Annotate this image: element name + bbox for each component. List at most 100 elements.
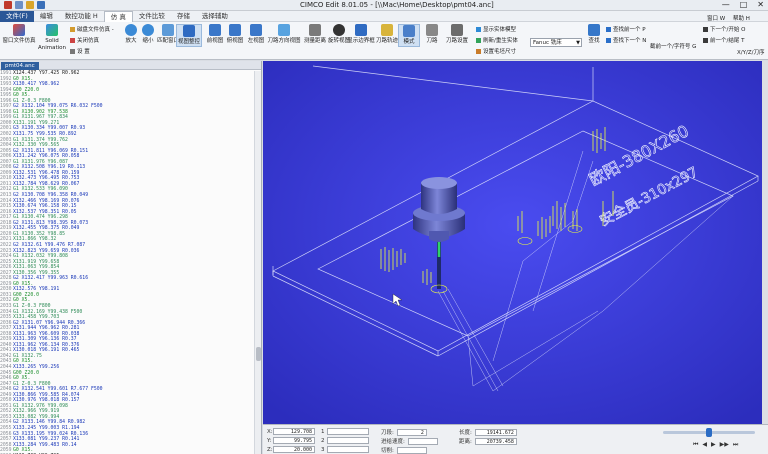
save-icon[interactable] — [37, 1, 45, 9]
code-text: G2 X133.146 Y99.84 R0.982 — [13, 420, 86, 426]
refresh-icon — [476, 37, 481, 43]
step-back-icon[interactable]: ◀ — [702, 441, 707, 449]
refresh-solid-button[interactable]: 刷新/重生实体 — [476, 36, 518, 44]
minimize-button[interactable]: — — [722, 0, 730, 10]
ribbon: 窗口文件仿真 Solid Animation 磁盘文件仿真 - 关闭仿真 设 置… — [0, 16, 768, 60]
mode-button[interactable]: 模式 — [398, 24, 420, 47]
close-simulation-button[interactable]: 关闭仿真 — [70, 36, 99, 44]
step-forward-icon[interactable]: ▶▶ — [720, 441, 729, 449]
simulation-viewport[interactable]: 欧阳-380X260 安全员-310x297 — [263, 61, 768, 424]
editor-tab-bar: pmt04.anc — [0, 61, 261, 70]
machine-select[interactable]: Fanuc 铣床 ▼ — [530, 38, 582, 47]
window-file-simulation-button[interactable]: 窗口文件仿真 — [2, 24, 36, 45]
code-text: X132.576 Y98.191 — [13, 287, 60, 293]
code-text: G2 X132.508 Y96.19 R0.113 — [13, 165, 86, 171]
tab-storage[interactable]: 存储 — [171, 11, 196, 22]
code-text: G1 Z-0.3 F800 — [13, 98, 51, 104]
disk-file-simulation-button[interactable]: 磁盘文件仿真 - — [70, 25, 114, 33]
settings-button[interactable]: 设 置 — [70, 47, 90, 55]
z-coordinate: Z: 20.000 — [267, 446, 315, 453]
x-coordinate: X: 129.708 — [267, 428, 315, 435]
code-text: X131.458 Y99.703 — [13, 315, 60, 321]
left-view-icon — [250, 24, 262, 36]
tab-edit[interactable]: 编辑 — [34, 11, 59, 22]
rewind-icon[interactable]: ⏮ — [693, 441, 698, 449]
code-text: X130.356 Y99.355 — [13, 270, 60, 276]
code-text: G2 X132.541 Y99.601 R7.677 F500 — [13, 387, 103, 393]
code-text: G3 X133.195 Y99.024 R0.136 — [13, 431, 89, 437]
xyz-tool-order-button[interactable]: X/Y/Z/刀序 — [737, 48, 764, 56]
code-text: G0 X5. — [13, 376, 31, 382]
disk-icon — [70, 26, 75, 32]
window-controls: — □ ✕ — [722, 0, 764, 10]
code-lines[interactable]: 1991X124.437 Y97.425 R0.962 1992G0 X15. 19… — [0, 71, 254, 454]
axis-field-4: 1 — [321, 428, 369, 435]
maximize-button[interactable]: □ — [740, 0, 748, 10]
window-menu[interactable]: 窗口 W — [707, 14, 725, 22]
window-title: CIMCO Edit 8.01.05 - [\\Mac\Home\Desktop… — [300, 1, 494, 9]
tab-simulation[interactable]: 仿 真 — [103, 10, 133, 22]
cube-window-icon — [13, 24, 25, 36]
toolpath-button[interactable]: 刀路 — [420, 24, 444, 45]
code-text: X131.963 Y96.609 R0.038 — [13, 331, 80, 337]
app-logo-icon — [4, 1, 12, 9]
play-icon[interactable]: ▶ — [711, 441, 716, 449]
code-text: G1 X132.032 Y99.808 — [13, 254, 68, 260]
code-text: G0 X15. — [13, 359, 34, 365]
tab-nc-functions[interactable]: 数控功能 H — [59, 11, 104, 22]
code-text: X131.242 Y96.075 R0.058 — [13, 154, 80, 160]
tab-file[interactable]: 文件(F) — [0, 10, 34, 22]
close-button[interactable]: ✕ — [757, 0, 764, 10]
find-button[interactable]: 查找 — [584, 24, 604, 45]
next-start-button[interactable]: 下一个/开始 O — [703, 25, 745, 33]
code-text: X131.944 Y96.962 R0.281 — [13, 326, 80, 332]
code-text: G00 Z20.0 — [13, 370, 39, 376]
code-text: X132.466 Y98.169 R0.076 — [13, 198, 80, 204]
viewport-scrollbar[interactable] — [762, 61, 768, 424]
code-text: G1 X132.169 Y99.438 F500 — [13, 309, 83, 315]
code-text: X130.866 Y99.585 R4.074 — [13, 392, 80, 398]
playback-slider-knob[interactable] — [706, 428, 712, 437]
help-menu[interactable]: 帮助 H — [733, 14, 750, 22]
find-next-button[interactable]: 查找下一个 N — [606, 36, 646, 44]
tab-select-assist[interactable]: 选择辅助 — [196, 11, 234, 22]
quick-access-toolbar — [4, 1, 45, 9]
editor-scroll-thumb[interactable] — [256, 347, 261, 361]
end-icon[interactable]: ⏭ — [733, 441, 738, 449]
code-text: G0 X5. — [13, 298, 31, 304]
toolpath-settings-button[interactable]: 刀路设置 — [442, 24, 472, 45]
feed-rate: 进给速度: — [381, 437, 438, 445]
solid-animation-button[interactable]: Solid Animation — [36, 24, 68, 52]
path-length: 长度: 19141.672 — [459, 428, 517, 436]
top-view-icon — [229, 24, 241, 36]
stock-size-icon — [476, 48, 481, 54]
code-text: G1 Z-0.3 F800 — [13, 303, 51, 309]
editor-file-tab[interactable]: pmt04.anc — [1, 62, 39, 70]
prev-end-button[interactable]: 前一个/结尾 T — [703, 36, 744, 44]
code-text: X133.265 Y99.256 — [13, 364, 60, 370]
simulation-canvas[interactable]: 欧阳-380X260 安全员-310x297 — [263, 61, 768, 424]
find-previous-button[interactable]: 查找前一个 P — [606, 25, 646, 33]
code-text: G1 X132.533 Y96.090 — [13, 187, 68, 193]
show-solid-model-button[interactable]: 显示实体模型 — [476, 25, 516, 33]
viewport-background — [263, 61, 768, 424]
jump-prev-symbol-button[interactable]: 截前一个/字符号 G — [650, 42, 696, 50]
toolpath-settings-icon — [451, 24, 463, 36]
code-text: G0 X15. — [13, 76, 34, 82]
view-control-button[interactable]: 视图整控 — [176, 24, 202, 47]
tab-file-compare[interactable]: 文件比较 — [133, 11, 171, 22]
bounding-box-icon — [355, 24, 367, 36]
code-text: G2 X130.708 Y96.358 R0.049 — [13, 193, 89, 199]
code-text: X133.245 Y99.003 R1.194 — [13, 426, 80, 431]
code-text: G2 X132.417 Y99.963 R0.616 — [13, 276, 89, 282]
code-text: G3 X130.334 Y99.007 R0.93 — [13, 126, 86, 132]
toolpath-view-button[interactable]: 刀路方向视图 — [266, 24, 302, 45]
playback-slider[interactable] — [663, 428, 755, 437]
new-file-icon[interactable] — [15, 1, 23, 9]
editor-scrollbar[interactable] — [254, 71, 261, 454]
nc-code-editor[interactable]: pmt04.anc 1991X124.437 Y97.425 R0.962 199… — [0, 61, 262, 454]
code-text: X130.417 Y98.962 — [13, 82, 60, 88]
code-text: G2 X131.811 Y96.069 R0.151 — [13, 148, 89, 154]
open-file-icon[interactable] — [26, 1, 34, 9]
set-stock-size-button[interactable]: 设置毛坯尺寸 — [476, 47, 516, 55]
